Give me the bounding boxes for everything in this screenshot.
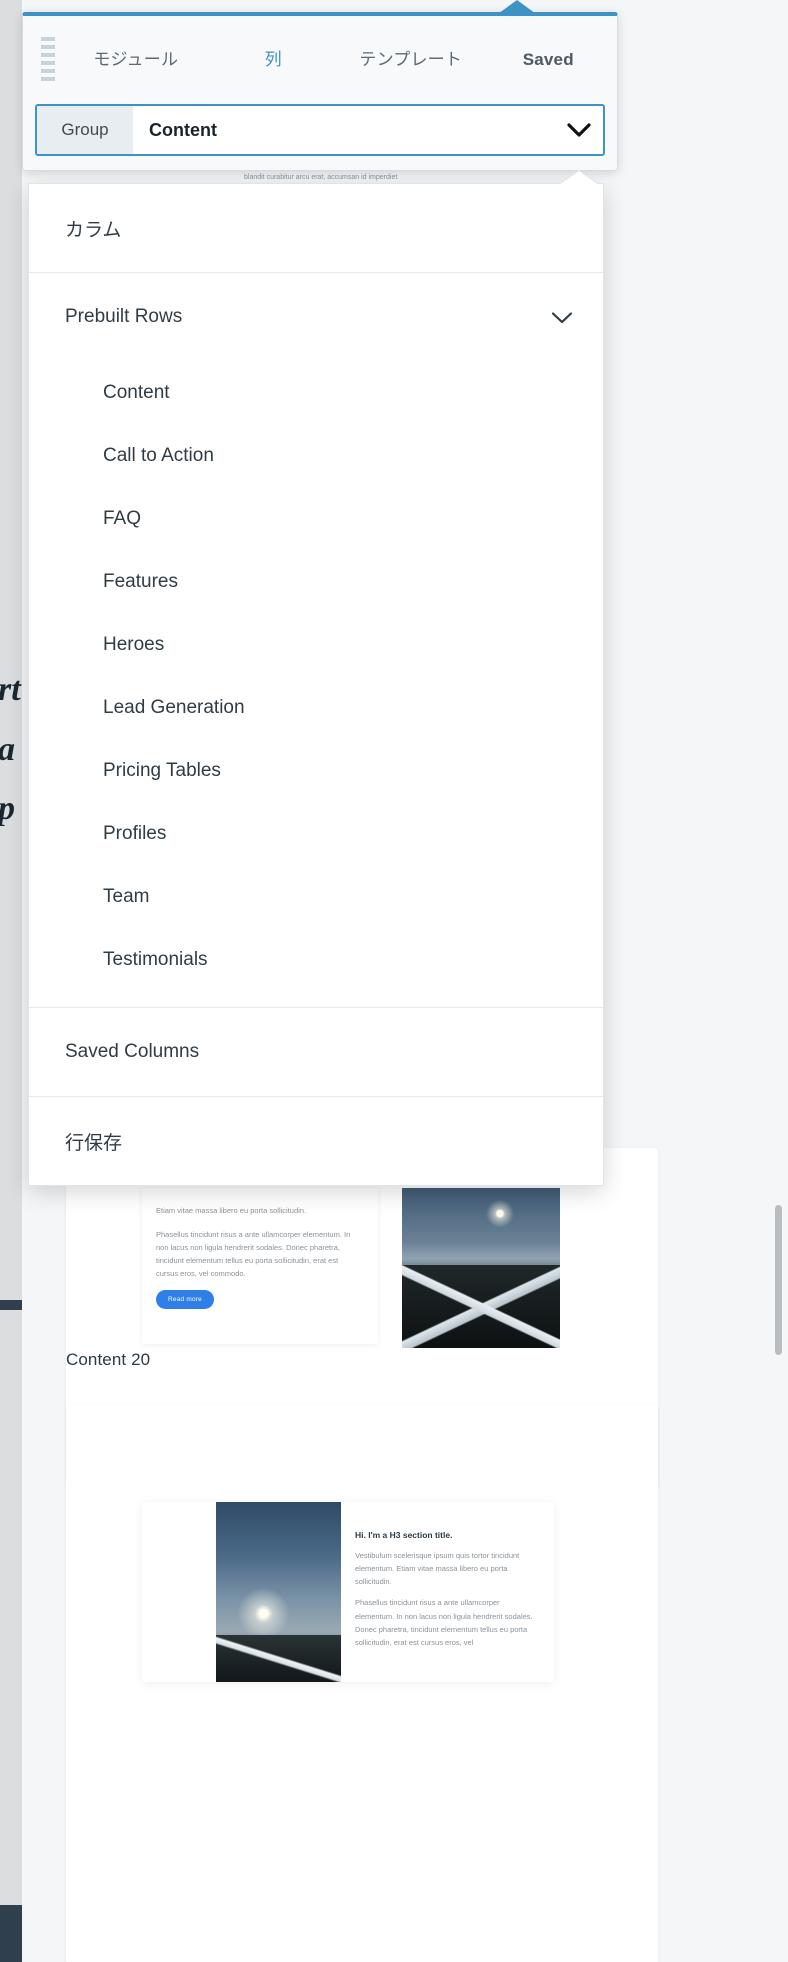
dropdown-subitem-features[interactable]: Features (29, 550, 603, 613)
group-select-label: Group (37, 106, 133, 154)
builder-panel: モジュール 列 テンプレート Saved Group Content (22, 0, 618, 171)
dropdown-item-saved-columns[interactable]: Saved Columns (29, 1008, 603, 1096)
dropdown-subitem-profiles[interactable]: Profiles (29, 802, 603, 865)
dropdown-subitem-content[interactable]: Content (29, 361, 603, 424)
mountain-photo (402, 1188, 560, 1348)
preview-card-bottom-lead: Vestibulum scelerisque ipsum quis tortor… (355, 1551, 520, 1587)
dropdown-subitem-pricing-tables[interactable]: Pricing Tables (29, 739, 603, 802)
dropdown-section-saved-columns: Saved Columns (29, 1008, 603, 1097)
chevron-down-icon[interactable] (551, 311, 573, 324)
dropdown-subitem-lead-generation[interactable]: Lead Generation (29, 676, 603, 739)
night-sky-photo (216, 1502, 341, 1682)
dropdown-subitem-testimonials[interactable]: Testimonials (29, 928, 603, 991)
tab-modules[interactable]: モジュール (67, 49, 205, 72)
screen-root: blandit curabitur arcu erat, accumsan id… (0, 0, 788, 1962)
dropdown-item-prebuilt-rows[interactable]: Prebuilt Rows (29, 273, 603, 361)
tab-columns[interactable]: 列 (205, 49, 343, 72)
preview-card-bottom-title: Hi. I'm a H3 section title. (355, 1530, 453, 1540)
panel-caret-icon (495, 0, 539, 16)
dropdown-item-columns-label: カラム (65, 219, 122, 241)
preview-row-label: Content 20 (66, 1350, 151, 1369)
canvas-decorative-text: rtap (0, 671, 21, 827)
dropdown-prebuilt-rows-sublist: Content Call to Action FAQ Features Hero… (29, 361, 603, 1007)
preview-card-top-lead: Etiam vitae massa libero eu porta sollic… (156, 1206, 307, 1215)
preview-card-top-text: Etiam vitae massa libero eu porta sollic… (142, 1188, 378, 1344)
dropdown-item-saved-rows-label: 行保存 (65, 1132, 123, 1154)
chevron-down-icon[interactable] (555, 122, 603, 138)
preview-card-top-body: Phasellus tincidunt risus a ante ullamco… (156, 1230, 351, 1279)
group-select[interactable]: Group Content (35, 104, 605, 156)
group-dropdown-menu[interactable]: カラム Prebuilt Rows Content Call to Action… (28, 171, 604, 1186)
preview-read-more-button[interactable]: Read more (156, 1290, 214, 1309)
vertical-scrollbar-thumb[interactable] (775, 1205, 782, 1355)
dropdown-item-prebuilt-rows-label: Prebuilt Rows (65, 306, 183, 327)
canvas-hidden-snippet: blandit curabitur arcu erat, accumsan id… (244, 174, 398, 181)
dropdown-subitem-call-to-action[interactable]: Call to Action (29, 424, 603, 487)
dropdown-subitem-faq[interactable]: FAQ (29, 487, 603, 550)
dropdown-subitem-team[interactable]: Team (29, 865, 603, 928)
group-select-value: Content (149, 119, 217, 140)
dropdown-notch-icon (559, 171, 599, 185)
panel-tab-bar: モジュール 列 テンプレート Saved (23, 16, 617, 104)
dropdown-section-columns: カラム (29, 184, 603, 273)
tab-templates[interactable]: テンプレート (342, 49, 480, 72)
preview-row-bottom[interactable]: Hi. I'm a H3 section title. Vestibulum s… (66, 1405, 658, 1962)
left-gutter (0, 0, 22, 1962)
preview-card-bottom-body: Phasellus tincidunt risus a ante ullamco… (355, 1598, 533, 1647)
tab-saved[interactable]: Saved (480, 49, 618, 72)
dropdown-subitem-heroes[interactable]: Heroes (29, 613, 603, 676)
drag-grip-icon[interactable] (41, 37, 55, 83)
dropdown-item-saved-rows[interactable]: 行保存 (29, 1097, 603, 1185)
dropdown-section-prebuilt-rows: Prebuilt Rows Content Call to Action FAQ… (29, 273, 603, 1008)
dropdown-item-columns[interactable]: カラム (29, 184, 603, 272)
dropdown-item-saved-columns-label: Saved Columns (65, 1041, 200, 1062)
dropdown-section-saved-rows: 行保存 (29, 1097, 603, 1185)
preview-card-bottom: Hi. I'm a H3 section title. Vestibulum s… (142, 1502, 554, 1682)
